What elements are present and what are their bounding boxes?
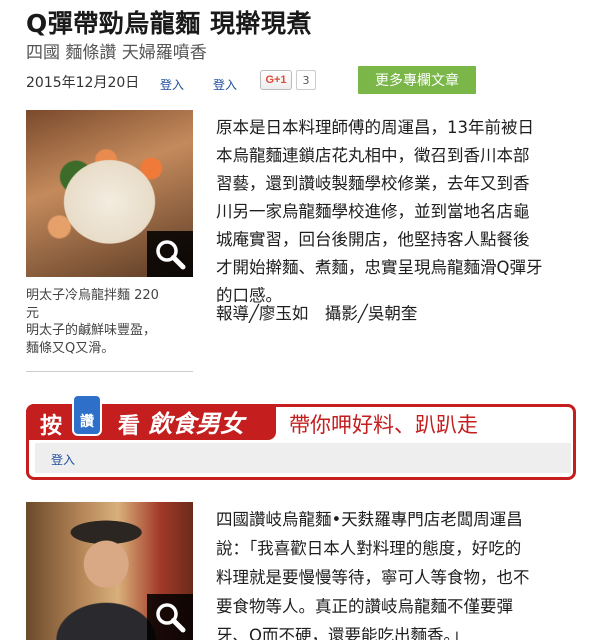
paragraph-line: 川另一家烏龍麵學校進修，並到當地名店龜 [216, 202, 530, 221]
banner-header[interactable]: 按 讚 看 飲食男女 [26, 394, 276, 440]
paragraph-line: 城庵實習，回台後開店，他堅持客人點餐後 [216, 230, 530, 249]
paragraph-line: 要食物等人。真正的讚岐烏龍麵不僅要彈 [216, 597, 513, 616]
article-title: Q彈帶勁烏龍麵 現擀現煮 [26, 9, 312, 38]
login-link-secondary[interactable]: 登入 [213, 76, 237, 93]
caption-line: 麵條又Q又滑。 [26, 340, 115, 356]
thumbs-up-icon[interactable]: 讚 [72, 394, 102, 436]
paragraph-line: 料理就是要慢慢等待，寧可人等食物，也不 [216, 568, 530, 587]
magnifier-icon[interactable] [147, 594, 193, 640]
paragraph-line: 四國讚岐烏龍麵•天麩羅專門店老闆周運昌 [216, 510, 523, 529]
banner-kan: 看 [118, 413, 141, 439]
byline: 報導╱廖玉如 攝影╱吳朝奎 [216, 304, 418, 323]
fan-page-banner: 按 讚 看 飲食男女 帶你呷好料、趴趴走 登入 [26, 394, 576, 480]
udon-photo[interactable] [26, 110, 193, 277]
caption-divider [26, 371, 193, 372]
paragraph-line: 說：「我喜歡日本人對料理的態度，好吃的 [216, 539, 522, 558]
caption-line: 元 [26, 305, 40, 321]
thumb-label: 讚 [80, 414, 94, 430]
more-columns-button[interactable]: 更多專欄文章 [358, 66, 476, 94]
banner-an: 按 [40, 413, 63, 439]
owner-photo[interactable] [26, 502, 193, 640]
paragraph-line: 才開始擀麵、煮麵，忠實呈現烏龍麵滑Q彈牙 [216, 258, 543, 277]
article-subtitle: 四國 麵條讚 天婦羅噴香 [26, 43, 207, 63]
caption-line: 明太子冷烏龍拌麵 220 [26, 288, 159, 303]
paragraph-line: 習藝，還到讚岐製麵學校修業，去年又到香 [216, 174, 530, 193]
publish-date: 2015年12月20日 [26, 75, 140, 91]
gplus-button[interactable]: G+1 [260, 70, 292, 90]
article-paragraph: 原本是日本料理師傅的周運昌，13年前被日 本烏龍麵連鎖店花丸相中，徵召到香川本部… [216, 114, 584, 310]
magnifier-icon[interactable] [147, 231, 193, 277]
banner-login-link[interactable]: 登入 [35, 443, 571, 473]
paragraph-line: 本烏龍麵連鎖店花丸相中，徵召到香川本部 [216, 146, 530, 165]
paragraph-line: 原本是日本料理師傅的周運昌，13年前被日 [216, 118, 534, 137]
caption-line: 明太子的鹹鮮味豐盈， [26, 323, 157, 339]
login-link[interactable]: 登入 [160, 76, 184, 93]
banner-brand: 飲食男女 [148, 410, 244, 438]
gplus-widget: G+1 3 [260, 70, 316, 90]
gplus-count: 3 [296, 70, 316, 90]
paragraph-line: 牙、Q而不硬，還要能吃出麵香。」 [216, 626, 469, 640]
article-paragraph-2: 四國讚岐烏龍麵•天麩羅專門店老闆周運昌 說：「我喜歡日本人對料理的態度，好吃的 … [216, 505, 584, 640]
banner-slogan: 帶你呷好料、趴趴走 [289, 413, 478, 437]
photo-caption: 明太子冷烏龍拌麵 220 元 明太子的鹹鮮味豐盈， 麵條又Q又滑。 [26, 287, 193, 357]
